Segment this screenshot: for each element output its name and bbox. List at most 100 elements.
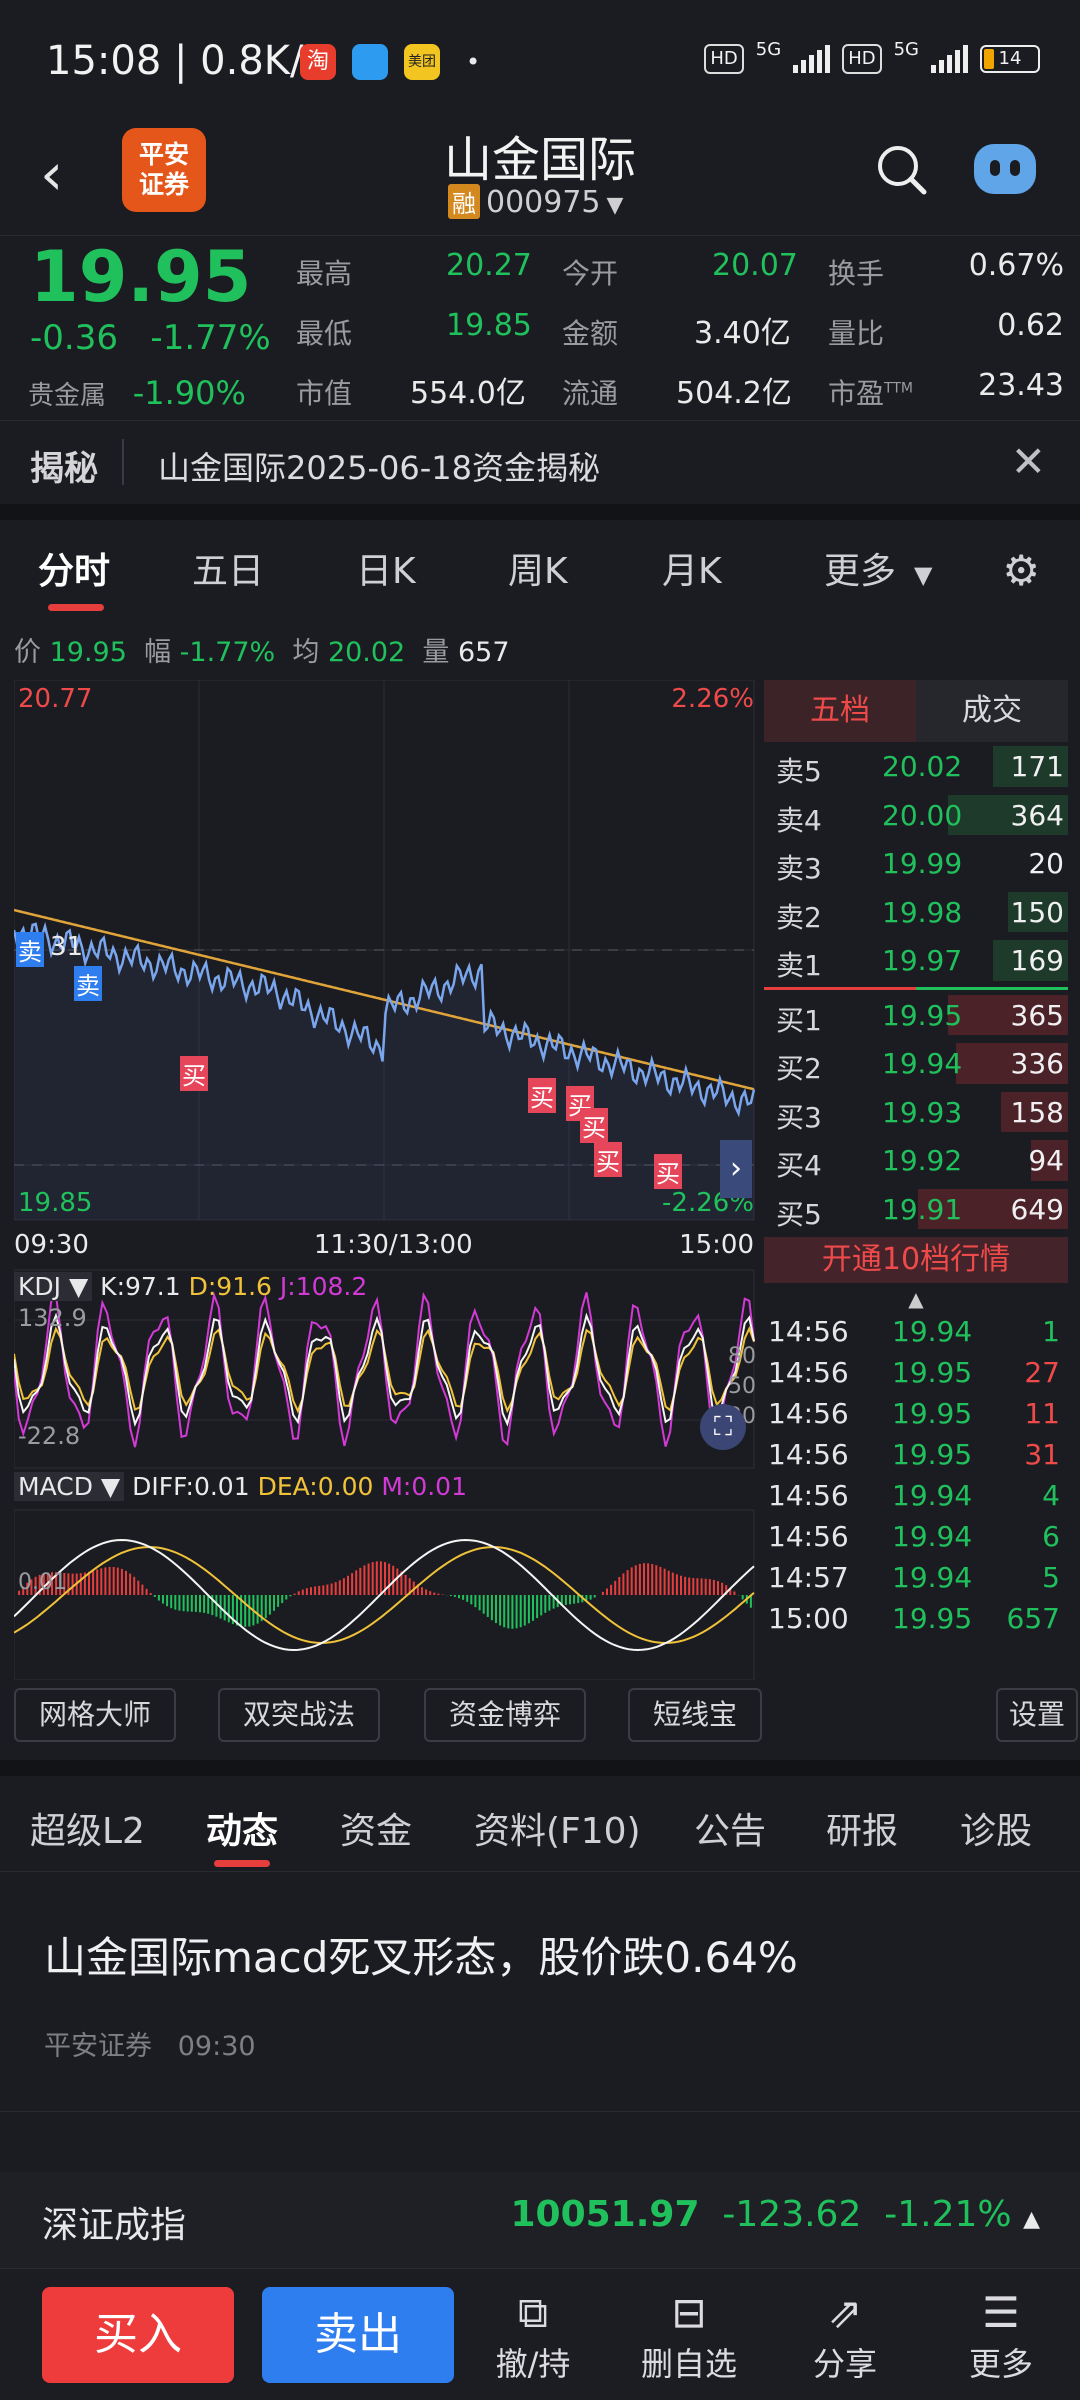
ask-row[interactable]: 卖4 20.00 364 xyxy=(764,791,1068,840)
remove-watchlist-button[interactable]: ⊟ 删自选 xyxy=(634,2287,744,2385)
sell-button[interactable]: 卖出 xyxy=(262,2287,454,2383)
tab-monthly-k[interactable]: 月K xyxy=(662,542,722,594)
ask-row[interactable]: 卖5 20.02 171 xyxy=(764,742,1068,791)
double-breakout-button[interactable]: 双突战法 xyxy=(218,1688,380,1742)
macd-bar xyxy=(92,1570,95,1595)
share-button[interactable]: ⇗ 分享 xyxy=(790,2287,900,2385)
more-button[interactable]: ☰ 更多 xyxy=(946,2287,1056,2385)
cancel-hold-button[interactable]: ⧉ 撤/持 xyxy=(478,2287,588,2385)
macd-bar xyxy=(696,1578,699,1595)
tab-weekly-k[interactable]: 周K xyxy=(508,542,568,594)
tab-daily-k[interactable]: 日K xyxy=(356,542,416,594)
close-icon[interactable]: ✕ xyxy=(1011,437,1046,486)
sell-signal[interactable]: 卖 xyxy=(74,966,102,1001)
macd-bar xyxy=(606,1588,608,1595)
buy-signal[interactable]: 买 xyxy=(580,1108,608,1143)
macd-bar xyxy=(593,1595,596,1598)
buy-signal[interactable]: 买 xyxy=(528,1078,556,1113)
buy-signal[interactable]: 买 xyxy=(180,1056,208,1091)
bid-row[interactable]: 买3 19.93 158 xyxy=(764,1088,1068,1137)
tab-5day[interactable]: 五日 xyxy=(192,542,264,594)
tab-news[interactable]: 动态 xyxy=(206,1802,278,1854)
tab-five-levels[interactable]: 五档 xyxy=(764,680,916,742)
buy-signal[interactable]: 买 xyxy=(594,1142,622,1177)
bid-row[interactable]: 买5 19.91 649 xyxy=(764,1185,1068,1234)
trade-price: 19.94 xyxy=(892,1479,973,1512)
short-line-button[interactable]: 短线宝 xyxy=(628,1688,762,1742)
price-change: -0.36 -1.77% xyxy=(30,318,271,358)
macd-bar xyxy=(293,1593,296,1595)
macd-bar xyxy=(667,1570,670,1595)
tab-trades[interactable]: 成交 xyxy=(916,680,1068,742)
level-price: 19.94 xyxy=(882,1047,963,1080)
open-10-levels-button[interactable]: 开通10档行情 xyxy=(764,1237,1068,1283)
trade-row: 14:56 19.94 6 xyxy=(764,1516,1068,1557)
settings-button[interactable]: 设置 xyxy=(996,1688,1078,1742)
crosshair-info: 价 19.95 幅 -1.77% 均 20.02 量 657 xyxy=(14,637,510,668)
macd-bar xyxy=(470,1595,473,1605)
grid-master-button[interactable]: 网格大师 xyxy=(14,1688,176,1742)
x-label-close: 15:00 xyxy=(679,1230,754,1260)
macd-bar xyxy=(425,1589,428,1595)
macd-bar xyxy=(203,1595,206,1613)
news-item[interactable]: 山金国际macd死叉形态，股价跌0.64% 平安证券 09:30 xyxy=(0,1872,1080,2112)
network-label-2: 5G xyxy=(893,38,919,60)
fund-game-button[interactable]: 资金博弈 xyxy=(424,1688,586,1742)
trade-volume: 6 xyxy=(1042,1520,1060,1553)
expand-book-icon[interactable]: › xyxy=(720,1140,752,1198)
bid-row[interactable]: 买1 19.95 365 xyxy=(764,991,1068,1040)
tab-more[interactable]: 更多 ▼ xyxy=(824,542,932,594)
macd-bar xyxy=(223,1595,226,1621)
chevron-down-icon: ▼ xyxy=(606,193,624,218)
reveal-banner[interactable]: 揭秘 山金国际2025-06-18资金揭秘 ✕ xyxy=(0,420,1080,504)
index-ticker[interactable]: 深证成指 10051.97 -123.62 -1.21% ▲ xyxy=(0,2172,1080,2268)
macd-bar xyxy=(721,1582,724,1595)
kdj-selector[interactable]: KDJ ▼ xyxy=(14,1272,93,1301)
tab-research[interactable]: 研报 xyxy=(826,1802,898,1854)
kdj-80-label: 80 xyxy=(728,1344,756,1369)
level-volume: 94 xyxy=(1028,1144,1064,1177)
margin-badge: 融 xyxy=(448,184,480,219)
tab-underline xyxy=(214,1860,270,1867)
assistant-robot-icon[interactable] xyxy=(974,144,1036,194)
macd-bar xyxy=(120,1568,123,1595)
level-volume: 20 xyxy=(1028,847,1064,880)
index-values: 10051.97 -123.62 -1.21% ▲ xyxy=(510,2194,1040,2235)
macd-bar xyxy=(577,1595,580,1604)
tab-super-l2[interactable]: 超级L2 xyxy=(30,1802,145,1854)
tab-diagnosis[interactable]: 诊股 xyxy=(960,1802,1032,1854)
sell-signal[interactable]: 卖 xyxy=(16,932,44,967)
gear-icon[interactable]: ⚙ xyxy=(1002,546,1040,595)
macd-bar xyxy=(544,1595,547,1613)
sector-change[interactable]: 贵金属 -1.90% xyxy=(28,374,246,412)
high-value: 20.27 xyxy=(446,248,532,283)
search-icon[interactable] xyxy=(874,142,930,198)
tab-funds[interactable]: 资金 xyxy=(340,1802,412,1854)
macd-bar xyxy=(157,1595,160,1601)
intraday-chart[interactable]: 20.77 2.26% 19.85 -2.26% 31 09:30 11:30/… xyxy=(14,680,760,1680)
macd-bar xyxy=(651,1564,654,1595)
stock-code-selector[interactable]: 融 000975 ▼ xyxy=(448,184,623,220)
bid-row[interactable]: 买2 19.94 336 xyxy=(764,1039,1068,1088)
macd-bar xyxy=(486,1595,489,1617)
trade-volume: 11 xyxy=(1024,1397,1060,1430)
trade-price: 19.94 xyxy=(892,1315,973,1348)
tab-intraday[interactable]: 分时 xyxy=(38,542,110,594)
macd-bar xyxy=(396,1568,399,1595)
bid-row[interactable]: 买4 19.92 94 xyxy=(764,1136,1068,1185)
ask-row[interactable]: 卖1 19.97 169 xyxy=(764,936,1068,985)
macd-bar xyxy=(375,1561,378,1595)
tab-announcement[interactable]: 公告 xyxy=(694,1802,766,1854)
buy-button[interactable]: 买入 xyxy=(42,2287,234,2383)
ask-row[interactable]: 卖3 19.99 20 xyxy=(764,839,1068,888)
fullscreen-icon[interactable]: ⛶ xyxy=(700,1404,746,1450)
macd-bar xyxy=(536,1595,539,1619)
macd-bar xyxy=(515,1595,518,1629)
ask-row[interactable]: 卖2 19.98 150 xyxy=(764,888,1068,937)
macd-bar xyxy=(503,1595,506,1628)
chevron-up-icon[interactable]: ▲ xyxy=(764,1283,1068,1311)
macd-selector[interactable]: MACD ▼ xyxy=(14,1472,125,1501)
tab-profile[interactable]: 资料(F10) xyxy=(474,1802,641,1854)
macd-bar xyxy=(166,1595,169,1607)
buy-signal[interactable]: 买 xyxy=(654,1154,682,1189)
